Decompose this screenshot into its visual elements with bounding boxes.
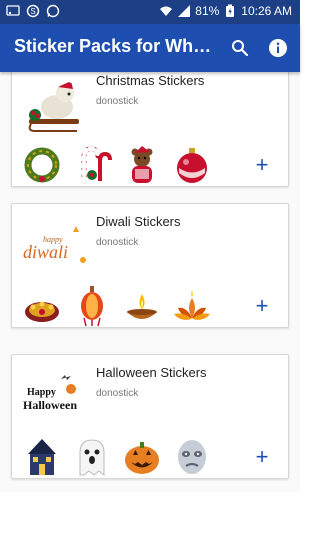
- pack-author: donostick: [96, 388, 139, 399]
- pack-card-halloween[interactable]: Happy Halloween Halloween Stickers donos…: [11, 354, 289, 479]
- add-pack-button[interactable]: +: [252, 295, 272, 317]
- wifi-icon: [160, 6, 173, 16]
- search-icon: [232, 40, 249, 57]
- wreath-sticker: [24, 147, 60, 183]
- bottom-spacer: [0, 492, 300, 533]
- info-button[interactable]: [264, 34, 292, 62]
- cast-icon: [6, 5, 20, 16]
- clock: 10:26 AM: [241, 4, 292, 18]
- sticker-row: [22, 437, 212, 477]
- halloween-thumb-word: Halloween: [23, 398, 77, 412]
- sticker-row: [22, 145, 212, 185]
- zombie-face-sticker: [178, 440, 206, 474]
- candy-canes-sticker: [81, 146, 112, 184]
- add-pack-button[interactable]: +: [252, 154, 272, 176]
- pack-name: Halloween Stickers: [96, 365, 207, 380]
- app-bar: Sticker Packs for Whats...: [0, 24, 300, 72]
- battery-icon: [226, 4, 235, 17]
- pack-name: Christmas Stickers: [96, 73, 205, 88]
- app-title: Sticker Packs for Whats...: [14, 36, 214, 56]
- diya-platter-sticker: [25, 301, 59, 322]
- add-pack-button[interactable]: +: [252, 446, 272, 468]
- pack-author: donostick: [96, 237, 139, 248]
- halloween-thumb-happy: Happy: [27, 387, 56, 398]
- search-button[interactable]: [226, 34, 254, 62]
- signal-icon: [178, 5, 191, 17]
- jack-o-lantern-sticker: [125, 442, 159, 474]
- info-icon: [269, 39, 287, 57]
- christmas-thumbnail: [28, 79, 79, 132]
- diwali-thumbnail: happy diwali: [23, 226, 86, 263]
- pack-card-diwali[interactable]: happy diwali Diwali Stickers donostick +: [11, 203, 289, 328]
- oil-lamp-sticker: [127, 294, 157, 319]
- ghost-sticker: [79, 439, 105, 477]
- pack-author: donostick: [96, 96, 139, 107]
- whatsapp-icon: [46, 4, 60, 18]
- sticker-row: [22, 286, 212, 326]
- skype-icon: S: [26, 4, 40, 18]
- status-bar: S 81% 10:26 AM: [0, 0, 300, 24]
- ornament-ball-sticker: [177, 148, 207, 183]
- battery-percent: 81%: [195, 4, 220, 18]
- diwali-thumb-word: diwali: [23, 242, 68, 262]
- teddy-bear-sticker: [131, 146, 153, 183]
- lantern-sticker: [81, 286, 103, 326]
- sticker-pack-list[interactable]: Christmas Stickers donostick + happy diw…: [0, 72, 300, 492]
- pack-name: Diwali Stickers: [96, 214, 181, 229]
- pack-card-christmas[interactable]: Christmas Stickers donostick +: [11, 72, 289, 187]
- haunted-house-sticker: [28, 439, 56, 475]
- halloween-thumbnail: Happy Halloween: [23, 375, 77, 412]
- svg-text:S: S: [30, 7, 35, 16]
- lotus-diya-sticker: [174, 290, 210, 320]
